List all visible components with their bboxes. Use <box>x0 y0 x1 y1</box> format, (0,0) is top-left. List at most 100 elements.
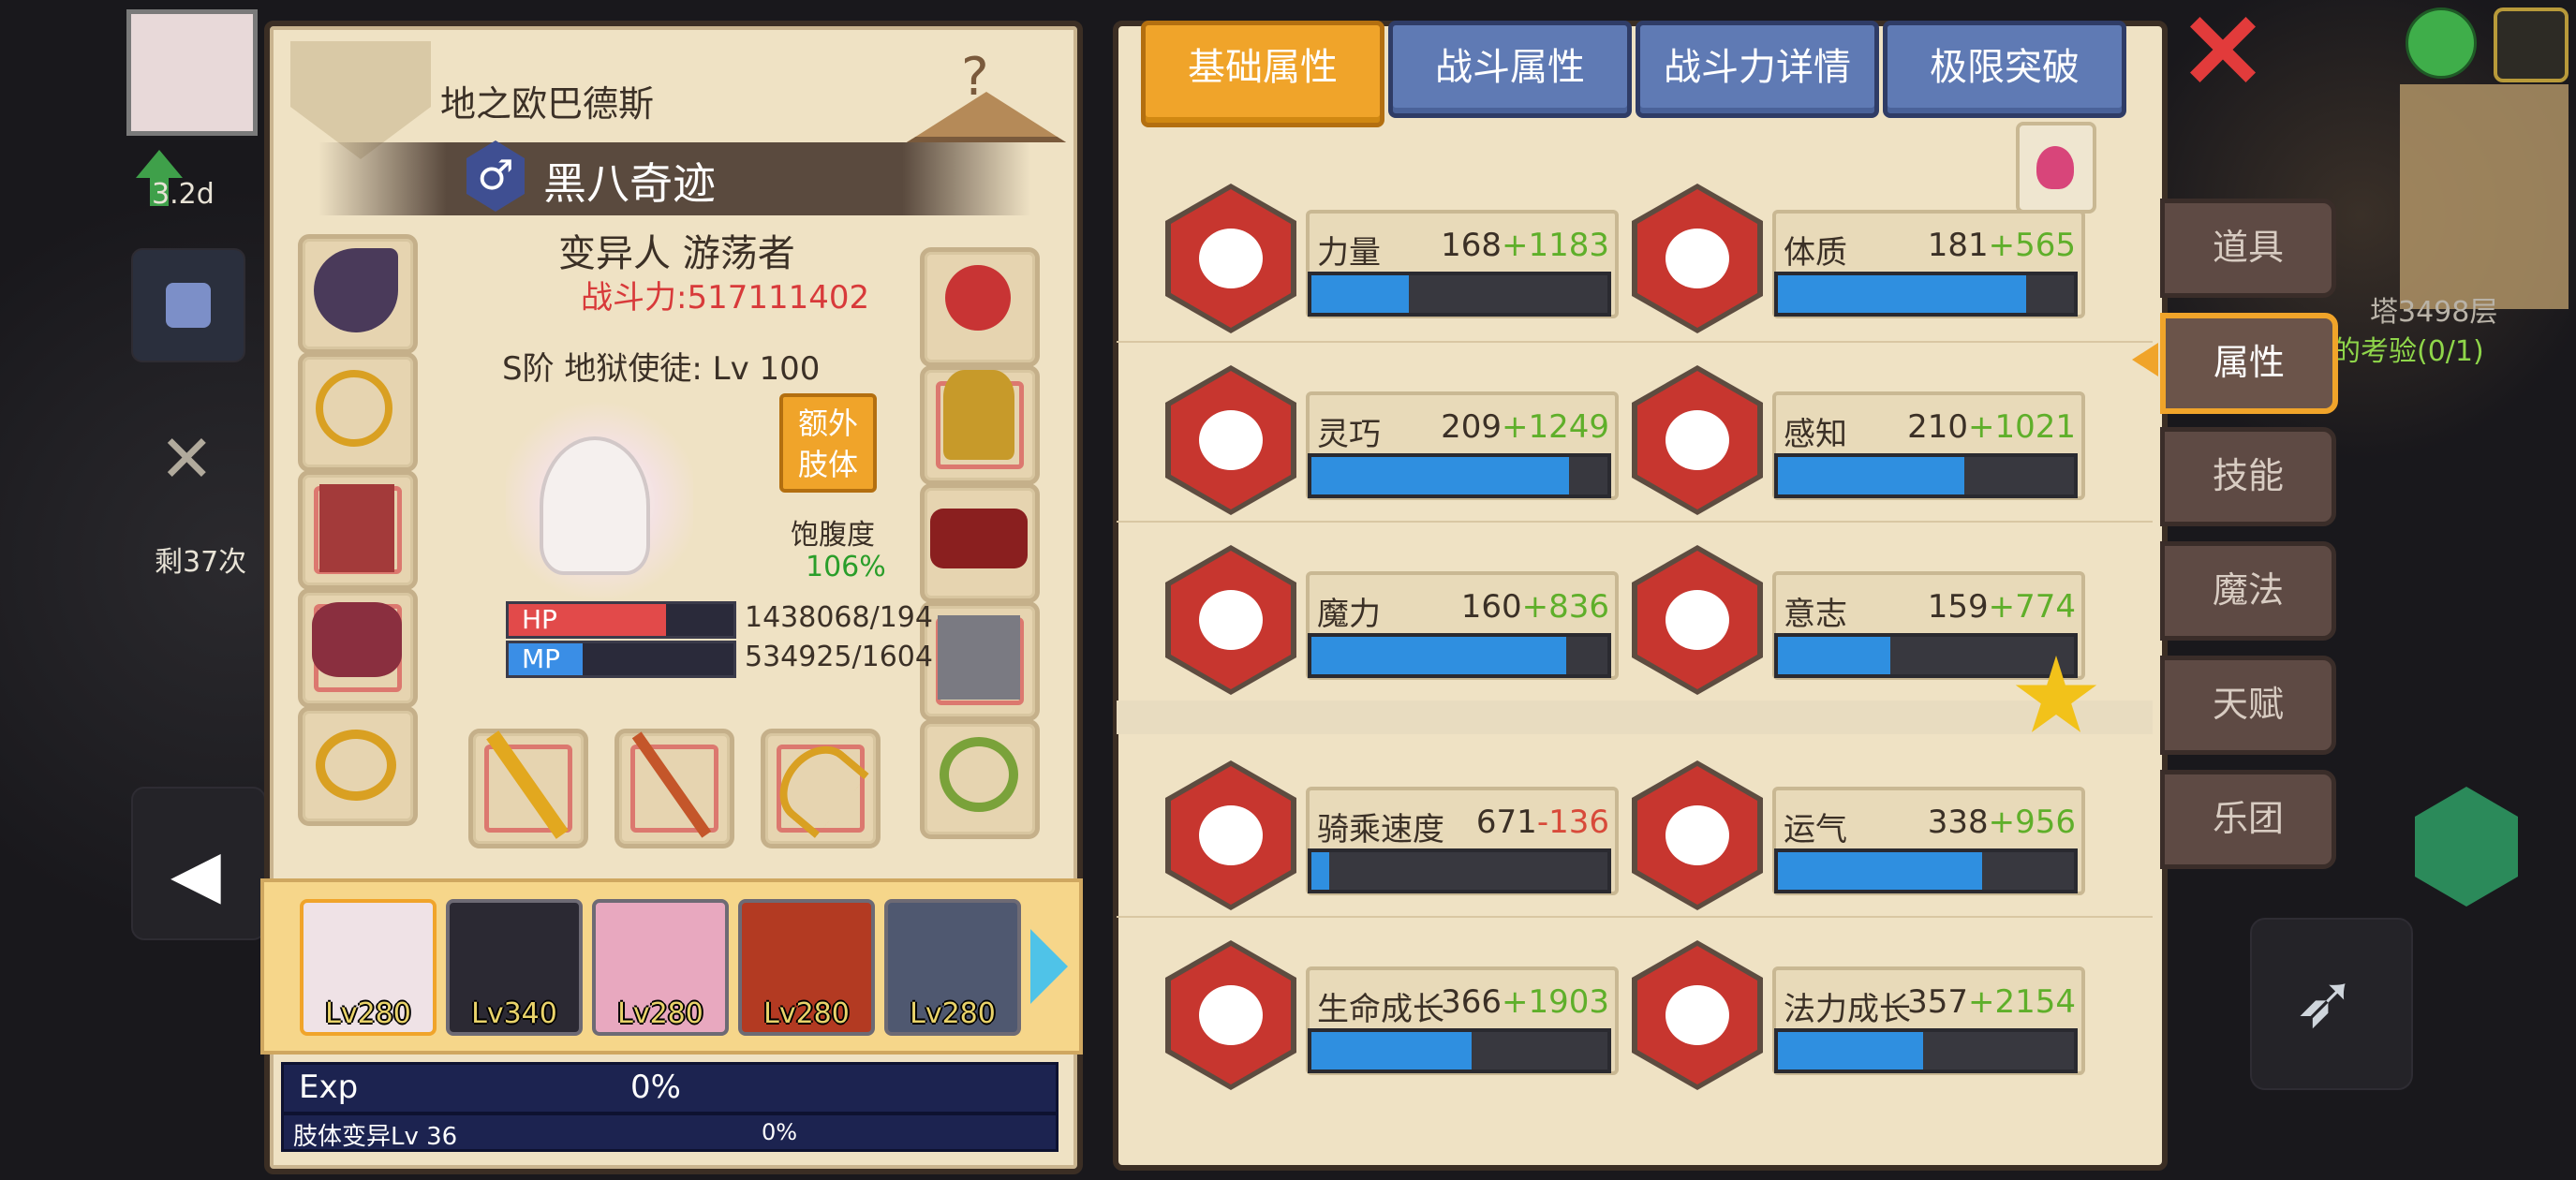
stat-bar <box>1308 633 1611 678</box>
limb-mutation-bar: 肢体变异Lv 36 0% <box>281 1113 1059 1152</box>
equip-slot-wreath[interactable] <box>920 719 1040 839</box>
world-timer: 3.2d <box>152 178 215 211</box>
character-title: 地之欧巴德斯 <box>440 83 655 125</box>
bow-icon: ➶ <box>2294 957 2358 1044</box>
stat-bar-fill <box>1311 637 1566 674</box>
minimap[interactable] <box>2400 84 2569 309</box>
stat-bonus: +774 <box>1988 588 2076 626</box>
roster-character-1[interactable]: Lv280 <box>300 899 437 1036</box>
side-tab-skills[interactable]: 技能 <box>2160 427 2336 526</box>
roster-character-3[interactable]: Lv280 <box>592 899 729 1036</box>
equip-slot-necklace[interactable] <box>298 352 418 472</box>
equip-slot-accessory[interactable] <box>920 247 1040 367</box>
stat-value: 210+1021 <box>1907 408 2076 446</box>
stat-bar-fill <box>1778 1032 1923 1069</box>
stat-value: 366+1903 <box>1441 983 1609 1021</box>
equip-slot-boots[interactable] <box>920 601 1040 721</box>
extra-limb-button[interactable]: 额外 肢体 <box>779 393 877 493</box>
side-tab-items[interactable]: 道具 <box>2160 199 2336 298</box>
rank-level: S阶 地狱使徒: Lv 100 <box>502 350 821 388</box>
stat-bar <box>1774 633 2078 678</box>
stat-value: 357+2154 <box>1907 983 2076 1021</box>
equip-slot-spear[interactable] <box>614 729 734 848</box>
stat-bar <box>1308 272 1611 317</box>
character-avatar <box>543 440 646 571</box>
globe-network-icon[interactable] <box>2406 7 2477 79</box>
roster-level: Lv280 <box>325 997 411 1030</box>
trial-progress: 的考验(0/1) <box>2332 335 2484 368</box>
stat-bonus: +1903 <box>1501 983 1609 1021</box>
equip-slot-armor[interactable] <box>298 470 418 590</box>
tab-basic-attributes[interactable]: 基础属性 <box>1141 21 1384 127</box>
equip-slot-bow[interactable] <box>761 729 881 848</box>
stat-icon-glyph <box>1666 590 1729 650</box>
active-tab-pointer-icon <box>2132 343 2158 376</box>
player-avatar[interactable] <box>126 9 258 136</box>
side-tab-talent[interactable]: 天赋 <box>2160 656 2336 755</box>
stat-name: 运气 <box>1784 811 1847 848</box>
satiety-value: 106% <box>806 551 886 583</box>
equip-slot-shoulder[interactable] <box>920 365 1040 485</box>
roster-character-5[interactable]: Lv280 <box>884 899 1021 1036</box>
wreath-icon <box>940 737 1018 812</box>
stat-base: 357 <box>1907 983 1968 1021</box>
roster-next-arrow-icon[interactable] <box>1030 929 1068 1004</box>
stat-icon-glyph <box>1666 985 1729 1045</box>
potion-button[interactable] <box>2016 122 2096 214</box>
equip-slot-belt[interactable] <box>920 483 1040 603</box>
roster-character-4[interactable]: Lv280 <box>738 899 875 1036</box>
boots-icon <box>938 615 1020 700</box>
equip-slot-gloves[interactable] <box>298 588 418 708</box>
stat-base: 181 <box>1927 227 1989 264</box>
tab-power-details[interactable]: 战斗力详情 <box>1636 21 1879 118</box>
limb-mutation-value: 0% <box>762 1119 798 1145</box>
stat-bar <box>1774 848 2078 893</box>
stat-bar <box>1308 453 1611 498</box>
roster-level: Lv280 <box>763 997 850 1030</box>
side-tab-band[interactable]: 乐团 <box>2160 770 2336 869</box>
back-arrow-button[interactable]: ◀ <box>131 787 266 940</box>
stat-base: 210 <box>1907 408 1968 446</box>
bow-attack-button[interactable]: ➶ <box>2250 918 2413 1090</box>
roster-character-2[interactable]: Lv340 <box>446 899 583 1036</box>
side-tab-magic[interactable]: 魔法 <box>2160 541 2336 641</box>
roster-bar: Lv280 Lv340 Lv280 Lv280 Lv280 <box>260 878 1083 1055</box>
tab-combat-attributes[interactable]: 战斗属性 <box>1388 21 1632 118</box>
stat-icon-glyph <box>1199 410 1263 470</box>
stat-bonus: +956 <box>1988 804 2076 841</box>
stat-bonus: +1021 <box>1967 408 2076 446</box>
stat-value: 209+1249 <box>1441 408 1609 446</box>
stat-icon-glyph <box>1666 229 1729 288</box>
exit-fullscreen-button[interactable] <box>2494 7 2569 82</box>
stat-icon-glyph <box>1199 985 1263 1045</box>
tab-limit-break[interactable]: 极限突破 <box>1883 21 2126 118</box>
stat-bar-fill <box>1778 275 2027 313</box>
hanger-icon[interactable]: ? <box>907 47 1066 148</box>
stat-base: 168 <box>1441 227 1502 264</box>
stat-name: 灵巧 <box>1317 416 1381 453</box>
uses-left: 剩37次 <box>155 546 247 579</box>
side-tab-attributes[interactable]: 属性 <box>2160 313 2338 414</box>
equip-slot-staff[interactable] <box>468 729 588 848</box>
stat-icon-glyph <box>1199 590 1263 650</box>
stat-bonus: +565 <box>1988 227 2076 264</box>
section-divider <box>1117 701 2153 734</box>
world-skill-button[interactable] <box>131 248 245 362</box>
limb-mutation-label: 肢体变异Lv 36 <box>293 1123 458 1151</box>
hp-label: HP <box>522 604 557 635</box>
gloves-icon <box>312 602 402 677</box>
equip-slot-ring[interactable] <box>298 706 418 826</box>
stat-base: 366 <box>1441 983 1502 1021</box>
stat-value: 181+565 <box>1928 227 2076 264</box>
stat-name: 魔力 <box>1317 596 1381 633</box>
stat-icon-glyph <box>1199 229 1263 288</box>
equip-slot-helmet[interactable] <box>298 234 418 354</box>
roster-level: Lv280 <box>617 997 703 1030</box>
ring-icon <box>316 730 396 801</box>
shoulder-armor-icon <box>943 370 1014 460</box>
stat-bar <box>1308 1028 1611 1073</box>
roster-level: Lv340 <box>471 997 557 1030</box>
stat-bonus: +1183 <box>1501 227 1609 264</box>
stat-value: 160+836 <box>1461 588 1609 626</box>
hp-bar: HP <box>506 601 736 639</box>
